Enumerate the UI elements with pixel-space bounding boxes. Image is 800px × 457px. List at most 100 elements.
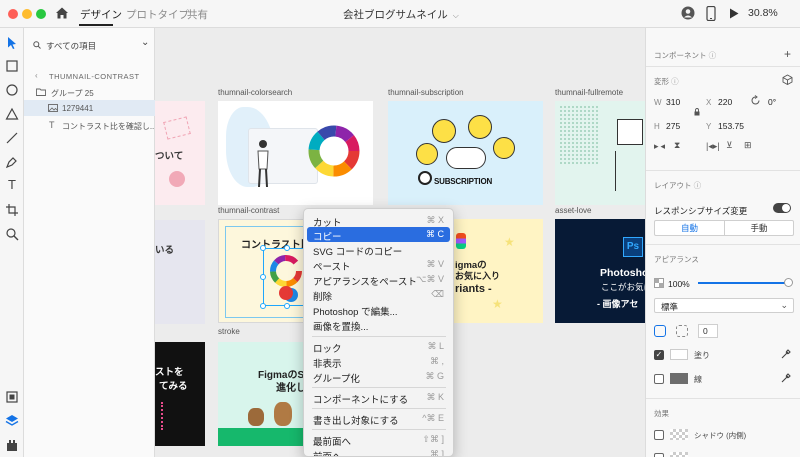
fill-swatch[interactable] [670, 349, 688, 360]
responsive-resize-toggle[interactable] [773, 203, 791, 213]
layer-text-row[interactable]: T コントラスト比を確認し... [24, 117, 155, 133]
height-field[interactable]: 275 [666, 121, 680, 131]
shadow-swatch[interactable] [670, 429, 688, 440]
artboard-label-asset-love[interactable]: asset-love [555, 206, 591, 215]
corner-radius-uniform-icon[interactable] [654, 325, 666, 337]
menu-item-make-component[interactable]: コンポーネントにする ⌘ K [307, 390, 450, 406]
corner-radius-field[interactable]: 0 [698, 324, 718, 338]
corner-radius-individual-icon[interactable] [676, 325, 688, 337]
artboard-partial-top-left[interactable]: ついて [155, 101, 205, 205]
layer-group-row[interactable]: グループ 25 [24, 84, 155, 100]
menu-item-bring-forward[interactable]: 前面へ ⌘ ] [307, 447, 450, 456]
resize-handle[interactable] [284, 245, 290, 251]
layer-filter-dropdown[interactable]: すべての項目 [46, 40, 96, 52]
back-chevron-icon[interactable]: ‹ [35, 71, 38, 80]
distribute-vertical-icon[interactable]: ⊻ [726, 140, 733, 151]
align-icon[interactable]: ⊞ [744, 140, 752, 151]
layer-image-row[interactable]: 1279441 [24, 100, 155, 116]
document-title[interactable]: 会社ブログサムネイル ⌵ [343, 7, 459, 22]
opacity-slider-handle[interactable] [784, 278, 793, 287]
artboard-tool-icon[interactable] [5, 203, 19, 217]
artboard-label-contrast[interactable]: thumnail-contrast [218, 206, 279, 215]
width-field[interactable]: 310 [666, 97, 680, 107]
artboard-fullremote[interactable] [555, 101, 645, 205]
artboard-partial-mid-left[interactable]: いる [155, 220, 205, 324]
tab-prototype[interactable]: プロトタイプ [126, 7, 189, 22]
menu-item-edit-in-photoshop[interactable]: Photoshop で編集... [307, 302, 450, 318]
resize-handle[interactable] [260, 274, 266, 280]
blend-mode-value: 標準 [661, 302, 679, 312]
menu-item-paste[interactable]: ペースト ⌘ V [307, 257, 450, 273]
artboard-colorsearch[interactable] [218, 101, 373, 205]
flip-vertical-icon[interactable]: ⧗ [674, 140, 680, 151]
menu-item-replace-image[interactable]: 画像を置換... [307, 317, 450, 333]
maximize-window-button[interactable] [36, 9, 46, 19]
3d-transform-icon[interactable] [782, 74, 793, 85]
menu-item-cut[interactable]: カット ⌘ X [307, 213, 450, 229]
menu-item-shortcut: ⌘ , [429, 356, 444, 366]
assets-icon[interactable] [5, 390, 19, 404]
artboard-label-subscription[interactable]: thumnail-subscription [388, 88, 464, 97]
toggle-knob [782, 204, 790, 212]
add-component-icon[interactable]: + [784, 47, 791, 61]
polygon-tool-icon[interactable] [5, 107, 19, 121]
mobile-preview-icon[interactable] [706, 6, 716, 21]
eyedropper-icon[interactable] [781, 348, 792, 359]
resize-handle[interactable] [284, 303, 290, 309]
menu-item-delete[interactable]: 削除 ⌫ [307, 287, 450, 303]
layers-icon[interactable] [5, 414, 19, 428]
stroke-swatch[interactable] [670, 373, 688, 384]
plugins-icon[interactable] [5, 438, 19, 452]
menu-item-bring-to-front[interactable]: 最前面へ ⇧⌘ ] [307, 432, 450, 448]
zoom-level[interactable]: 30.8% [748, 7, 778, 19]
play-preview-icon[interactable] [729, 8, 739, 19]
y-field[interactable]: 153.75 [718, 121, 744, 131]
manual-option[interactable]: 手動 [725, 221, 793, 235]
layer-artboard-row[interactable]: ‹ THUMNAIL-CONTRAST [24, 68, 155, 84]
auto-option[interactable]: 自動 [655, 221, 725, 235]
tab-design[interactable]: デザイン [80, 7, 122, 22]
chevron-down-icon[interactable]: ⌄ [141, 37, 149, 48]
inner-shadow-checkbox[interactable] [654, 430, 664, 440]
rectangle-tool-icon[interactable] [5, 59, 19, 73]
pen-tool-icon[interactable] [5, 155, 19, 169]
distribute-horizontal-icon[interactable]: |◂▸| [706, 141, 720, 152]
fill-checkbox[interactable]: ✓ [654, 350, 664, 360]
home-icon[interactable] [55, 6, 69, 20]
rotation-field[interactable]: 0° [768, 97, 776, 107]
menu-item-mark-for-export[interactable]: 書き出し対象にする ^⌘ E [307, 411, 450, 427]
artboard-subscription[interactable]: SUBSCRIPTION [388, 101, 543, 205]
zoom-tool-icon[interactable] [5, 227, 19, 241]
menu-item-group[interactable]: グループ化 ⌘ G [307, 369, 450, 385]
select-tool-icon[interactable] [5, 36, 19, 50]
lock-aspect-icon[interactable] [694, 108, 700, 116]
stroke-checkbox[interactable] [654, 374, 664, 384]
menu-item-lock[interactable]: ロック ⌘ L [307, 339, 450, 355]
artboard-partial-bottom-left[interactable]: ストを てみる [155, 342, 205, 446]
eyedropper-icon[interactable] [781, 372, 792, 383]
opacity-field[interactable]: 100% [668, 279, 690, 289]
ellipse-tool-icon[interactable] [5, 83, 19, 97]
blend-mode-select[interactable]: 標準 ⌄ [654, 298, 794, 313]
tab-share[interactable]: 共有 [187, 7, 208, 22]
menu-item-copy-svg[interactable]: SVG コードのコピー [307, 242, 450, 258]
menu-item-copy[interactable]: コピー ⌘ C [307, 227, 450, 243]
text-tool-icon[interactable]: T [5, 178, 19, 192]
flip-horizontal-icon[interactable]: ▸◂ [654, 141, 667, 152]
resize-handle[interactable] [260, 245, 266, 251]
menu-item-hide[interactable]: 非表示 ⌘ , [307, 354, 450, 370]
artboard-label-fullremote[interactable]: thumnail-fullremote [555, 88, 623, 97]
artboard-photoshop[interactable]: Ps Photoshop ここがお気に - 画像アセ [555, 219, 645, 323]
artboard-label-colorsearch[interactable]: thumnail-colorsearch [218, 88, 292, 97]
minimize-window-button[interactable] [22, 9, 32, 19]
user-account-icon[interactable] [681, 6, 695, 20]
effect-swatch[interactable] [670, 452, 688, 457]
resize-handle[interactable] [260, 303, 266, 309]
line-tool-icon[interactable] [5, 131, 19, 145]
artboard-label-stroke[interactable]: stroke [218, 327, 240, 336]
effect-checkbox[interactable] [654, 453, 664, 457]
opacity-slider-track[interactable] [698, 282, 790, 284]
x-field[interactable]: 220 [718, 97, 732, 107]
menu-item-paste-appearance[interactable]: アピアランスをペースト ⌥⌘ V [307, 272, 450, 288]
close-window-button[interactable] [8, 9, 18, 19]
